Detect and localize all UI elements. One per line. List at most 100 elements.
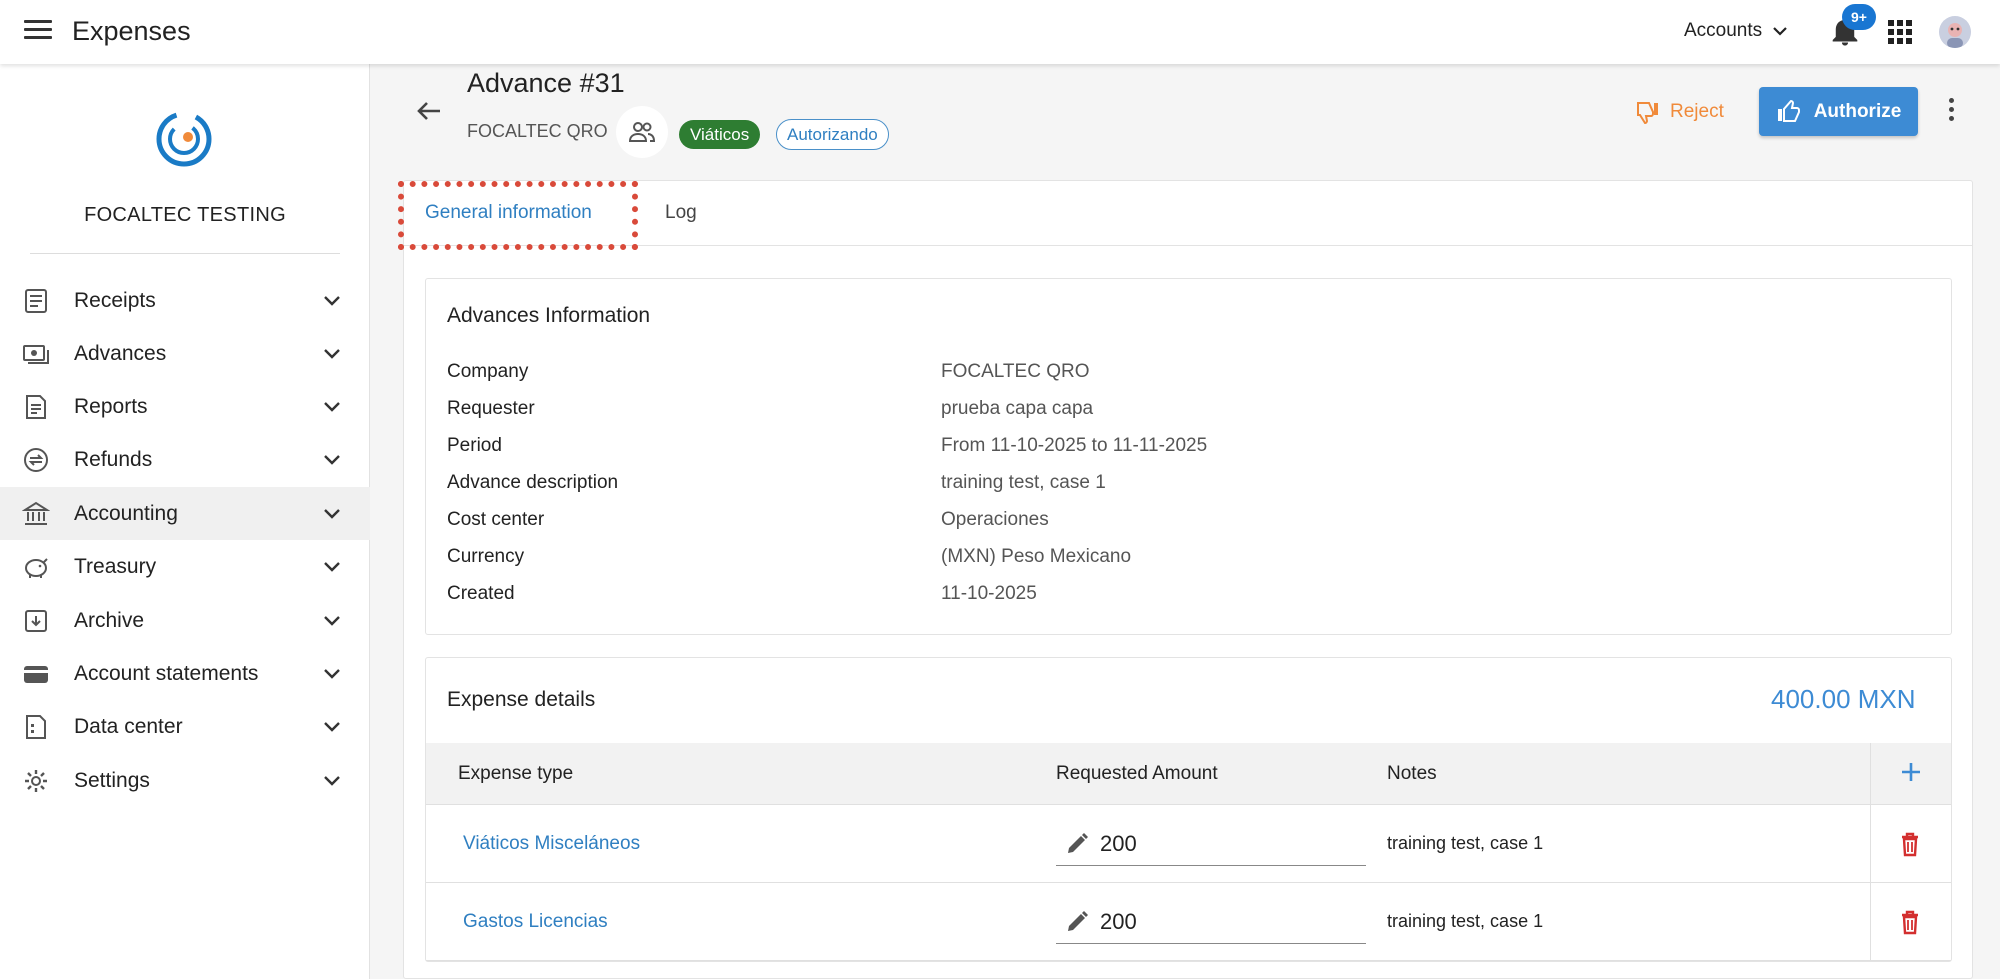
expense-note: training test, case 1 bbox=[1387, 833, 1544, 853]
chevron-down-icon bbox=[324, 401, 340, 412]
group-button[interactable] bbox=[616, 106, 668, 158]
column-header-expense-type: Expense type bbox=[458, 763, 574, 784]
page-title: Advance #31 bbox=[467, 68, 625, 98]
info-label-period: Period bbox=[447, 435, 502, 456]
pencil-icon bbox=[1068, 832, 1088, 853]
more-options-icon[interactable] bbox=[1941, 98, 1961, 124]
info-value-currency: (MXN) Peso Mexicano bbox=[941, 546, 1132, 567]
sidebar-item-settings[interactable]: Settings bbox=[0, 754, 370, 807]
sidebar-item-accounting[interactable]: Accounting bbox=[0, 487, 370, 540]
expense-type-link[interactable]: Gastos Licencias bbox=[463, 911, 608, 933]
chevron-down-icon bbox=[324, 668, 340, 679]
sidebar-item-label: Advances bbox=[74, 341, 167, 365]
data-icon bbox=[26, 714, 46, 739]
thumbs-down-icon bbox=[1637, 102, 1658, 124]
chevron-down-icon bbox=[324, 454, 340, 465]
chevron-down-icon bbox=[324, 561, 340, 572]
sidebar-item-receipts[interactable]: Receipts bbox=[0, 274, 370, 327]
section-title: Advances Information bbox=[447, 304, 651, 327]
sidebar-item-account-statements[interactable]: Account statements bbox=[0, 647, 370, 700]
authorize-button[interactable]: Authorize bbox=[1759, 87, 1918, 136]
tab-log[interactable]: Log bbox=[665, 202, 697, 224]
info-label-company: Company bbox=[447, 361, 529, 382]
receipt-icon bbox=[25, 288, 47, 313]
sidebar-item-refunds[interactable]: Refunds bbox=[0, 433, 370, 486]
add-icon[interactable] bbox=[1900, 761, 1922, 783]
bank-icon bbox=[22, 501, 50, 525]
sidebar-item-advances[interactable]: Advances bbox=[0, 327, 370, 380]
back-arrow-icon[interactable] bbox=[414, 96, 444, 126]
sidebar-item-label: Archive bbox=[74, 608, 145, 632]
sidebar-item-label: Reports bbox=[74, 394, 148, 418]
amount-value: 200 bbox=[1100, 908, 1137, 934]
chevron-down-icon bbox=[324, 508, 340, 519]
expense-type-link[interactable]: Viáticos Misceláneos bbox=[463, 833, 640, 855]
user-avatar-icon bbox=[1939, 16, 1971, 48]
info-value-company: FOCALTEC QRO bbox=[941, 361, 1090, 382]
reject-button[interactable]: Reject bbox=[1634, 96, 1724, 128]
expense-total: 400.00 MXN bbox=[1771, 684, 1916, 714]
sidebar-item-treasury[interactable]: Treasury bbox=[0, 540, 370, 593]
delete-icon[interactable] bbox=[1899, 831, 1921, 857]
info-label-description: Advance description bbox=[447, 472, 619, 493]
delete-icon[interactable] bbox=[1899, 909, 1921, 935]
info-value-period: From 11-10-2025 to 11-11-2025 bbox=[941, 435, 1208, 456]
sidebar-item-archive[interactable]: Archive bbox=[0, 594, 370, 647]
column-header-notes: Notes bbox=[1387, 763, 1437, 784]
authorize-label: Authorize bbox=[1813, 100, 1902, 122]
sidebar-item-label: Account statements bbox=[74, 661, 259, 685]
status-badge: Autorizando bbox=[776, 119, 889, 150]
chevron-down-icon bbox=[324, 775, 340, 786]
app-title: Expenses bbox=[72, 16, 191, 46]
chevron-down-icon bbox=[324, 295, 340, 306]
reject-label: Reject bbox=[1670, 101, 1724, 122]
refund-icon bbox=[24, 447, 48, 472]
accounts-label: Accounts bbox=[1684, 20, 1763, 41]
expense-note: training test, case 1 bbox=[1387, 911, 1544, 931]
chevron-down-icon bbox=[324, 721, 340, 732]
report-icon bbox=[26, 394, 46, 419]
cash-icon bbox=[23, 344, 49, 364]
sidebar-item-label: Treasury bbox=[74, 554, 157, 578]
info-value-created: 11-10-2025 bbox=[941, 583, 1037, 604]
info-label-cost-center: Cost center bbox=[447, 509, 545, 530]
chevron-down-icon bbox=[1773, 27, 1787, 36]
piggy-bank-icon bbox=[25, 557, 48, 578]
card-icon bbox=[24, 665, 48, 683]
info-label-created: Created bbox=[447, 583, 515, 604]
sidebar-item-data-center[interactable]: Data center bbox=[0, 700, 370, 753]
people-icon bbox=[628, 122, 656, 142]
divider bbox=[30, 253, 340, 254]
section-title: Expense details bbox=[447, 688, 596, 711]
company-logo-icon bbox=[156, 111, 212, 167]
type-chip: Viáticos bbox=[679, 120, 761, 149]
company-name: FOCALTEC QRO bbox=[467, 121, 608, 141]
info-label-currency: Currency bbox=[447, 546, 525, 567]
apps-grid-icon[interactable] bbox=[1888, 20, 1912, 44]
sidebar-item-reports[interactable]: Reports bbox=[0, 380, 370, 433]
archive-icon bbox=[25, 609, 47, 632]
gear-icon bbox=[25, 769, 47, 792]
sidebar-item-label: Receipts bbox=[74, 288, 156, 312]
info-value-requester: prueba capa capa bbox=[941, 398, 1094, 419]
menu-icon[interactable] bbox=[24, 20, 52, 44]
tab-bar bbox=[403, 180, 1973, 246]
notification-badge: 9+ bbox=[1842, 4, 1876, 30]
chevron-down-icon bbox=[324, 348, 340, 359]
sidebar-item-label: Accounting bbox=[74, 501, 178, 525]
top-app-bar: Expenses Accounts 9+ bbox=[0, 0, 2000, 64]
amount-input[interactable]: 200 bbox=[1056, 900, 1366, 944]
tab-general-information[interactable]: General information bbox=[425, 202, 592, 224]
sidebar-item-label: Refunds bbox=[74, 447, 153, 471]
info-label-requester: Requester bbox=[447, 398, 535, 419]
org-name: FOCALTEC TESTING bbox=[84, 204, 286, 226]
sidebar-item-label: Data center bbox=[74, 714, 183, 738]
column-header-requested-amount: Requested Amount bbox=[1056, 763, 1218, 784]
chevron-down-icon bbox=[324, 615, 340, 626]
pencil-icon bbox=[1068, 910, 1088, 931]
sidebar-item-label: Settings bbox=[74, 768, 150, 792]
avatar[interactable] bbox=[1939, 16, 1971, 48]
accounts-dropdown[interactable]: Accounts bbox=[1684, 20, 1788, 42]
info-value-cost-center: Operaciones bbox=[941, 509, 1049, 530]
amount-input[interactable]: 200 bbox=[1056, 822, 1366, 866]
